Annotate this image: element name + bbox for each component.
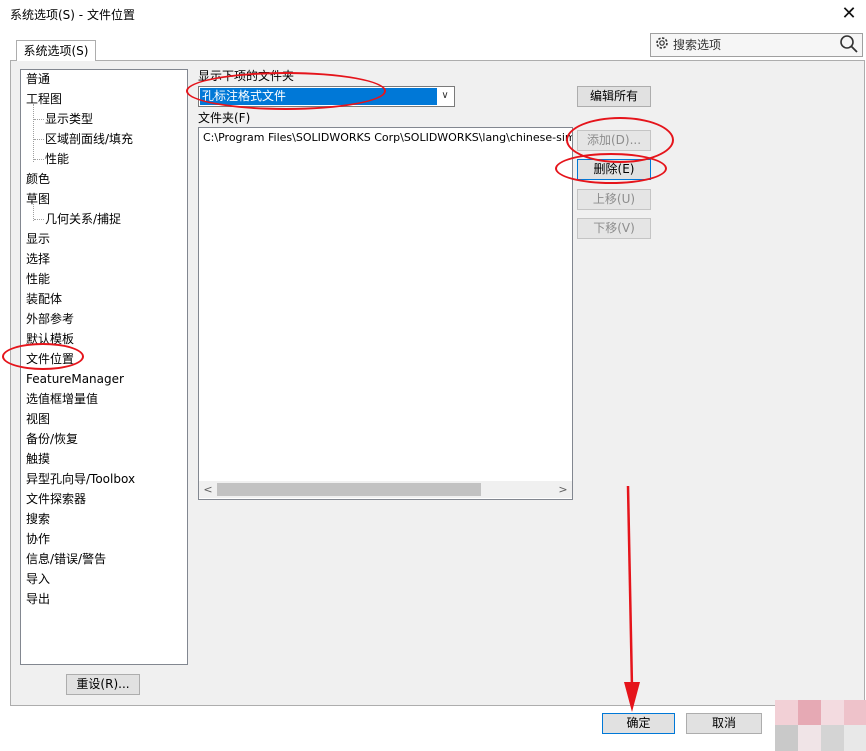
reset-button[interactable]: 重设(R)... <box>66 674 140 695</box>
tree-item-performance[interactable]: 性能 <box>26 270 50 289</box>
tree-item-messages-errors-warnings[interactable]: 信息/错误/警告 <box>26 550 106 569</box>
ok-button[interactable]: 确定 <box>602 713 675 734</box>
magnifier-icon[interactable] <box>839 34 859 54</box>
folder-type-selected-value: 孔标注格式文件 <box>200 88 437 105</box>
tree-item-drawings[interactable]: 工程图 <box>26 90 62 109</box>
tree-item-file-locations[interactable]: 文件位置 <box>26 350 74 369</box>
tree-item-area-hatch[interactable]: 区域剖面线/填充 <box>45 130 133 149</box>
tree-item-backup-recover[interactable]: 备份/恢复 <box>26 430 78 449</box>
tree-item-spin-box-increments[interactable]: 选值框增量值 <box>26 390 98 409</box>
tree-item-collaboration[interactable]: 协作 <box>26 530 50 549</box>
tree-item-sketch[interactable]: 草图 <box>26 190 50 209</box>
tree-guide-tick <box>34 119 44 121</box>
tree-guide-line <box>33 104 35 162</box>
tree-item-import[interactable]: 导入 <box>26 570 50 589</box>
folders-list[interactable]: C:\Program Files\SOLIDWORKS Corp\SOLIDWO… <box>198 127 573 500</box>
scroll-left-icon[interactable]: < <box>201 481 215 498</box>
scroll-right-icon[interactable]: > <box>556 481 570 498</box>
tree-guide-tick <box>34 219 44 221</box>
annotation-arrow <box>624 485 640 712</box>
tree-item-file-explorer[interactable]: 文件探索器 <box>26 490 86 509</box>
folder-type-select[interactable]: 孔标注格式文件 ∨ <box>198 86 455 107</box>
move-down-button[interactable]: 下移(V) <box>577 218 651 239</box>
tree-item-drawing-performance[interactable]: 性能 <box>45 150 69 169</box>
tree-item-external-references[interactable]: 外部参考 <box>26 310 74 329</box>
tree-item-relations-snaps[interactable]: 几何关系/捕捉 <box>45 210 121 229</box>
tree-item-default-templates[interactable]: 默认模板 <box>26 330 74 349</box>
options-tree: 普通 工程图 显示类型 区域剖面线/填充 性能 颜色 草图 几何关系/捕捉 显示… <box>20 69 188 665</box>
tree-item-search[interactable]: 搜索 <box>26 510 50 529</box>
tree-item-display[interactable]: 显示 <box>26 230 50 249</box>
tree-guide-tick <box>34 159 44 161</box>
delete-button[interactable]: 删除(E) <box>577 159 651 180</box>
horizontal-scrollbar[interactable]: < > <box>199 481 572 498</box>
tree-item-featuremanager[interactable]: FeatureManager <box>26 370 124 389</box>
window-title: 系统选项(S) - 文件位置 <box>10 8 135 22</box>
scroll-thumb[interactable] <box>217 483 481 496</box>
watermark <box>775 700 866 751</box>
tree-item-export[interactable]: 导出 <box>26 590 50 609</box>
cancel-button[interactable]: 取消 <box>686 713 762 734</box>
tree-item-touch[interactable]: 触摸 <box>26 450 50 469</box>
gear-icon[interactable] <box>653 35 671 53</box>
tree-item-assemblies[interactable]: 装配体 <box>26 290 62 309</box>
list-item[interactable]: C:\Program Files\SOLIDWORKS Corp\SOLIDWO… <box>203 131 572 144</box>
title-bar: 系统选项(S) - 文件位置 ✕ <box>0 0 866 30</box>
add-button[interactable]: 添加(D)... <box>577 130 651 151</box>
search-field[interactable]: 搜索选项 <box>650 33 863 57</box>
folders-label: 文件夹(F) <box>198 111 251 125</box>
tab-system-options[interactable]: 系统选项(S) <box>16 40 96 61</box>
edit-all-button[interactable]: 编辑所有 <box>577 86 651 107</box>
tree-item-hole-wizard-toolbox[interactable]: 异型孔向导/Toolbox <box>26 470 135 489</box>
tree-item-selection[interactable]: 选择 <box>26 250 50 269</box>
chevron-down-icon[interactable]: ∨ <box>437 88 453 105</box>
tree-guide-tick <box>34 139 44 141</box>
tree-item-general[interactable]: 普通 <box>26 70 50 89</box>
show-folders-label: 显示下项的文件夹 <box>198 69 295 83</box>
search-placeholder: 搜索选项 <box>673 38 722 52</box>
close-icon[interactable]: ✕ <box>834 1 864 27</box>
tree-item-display-style[interactable]: 显示类型 <box>45 110 93 129</box>
tree-item-view[interactable]: 视图 <box>26 410 50 429</box>
tree-item-colors[interactable]: 颜色 <box>26 170 50 189</box>
move-up-button[interactable]: 上移(U) <box>577 189 651 210</box>
